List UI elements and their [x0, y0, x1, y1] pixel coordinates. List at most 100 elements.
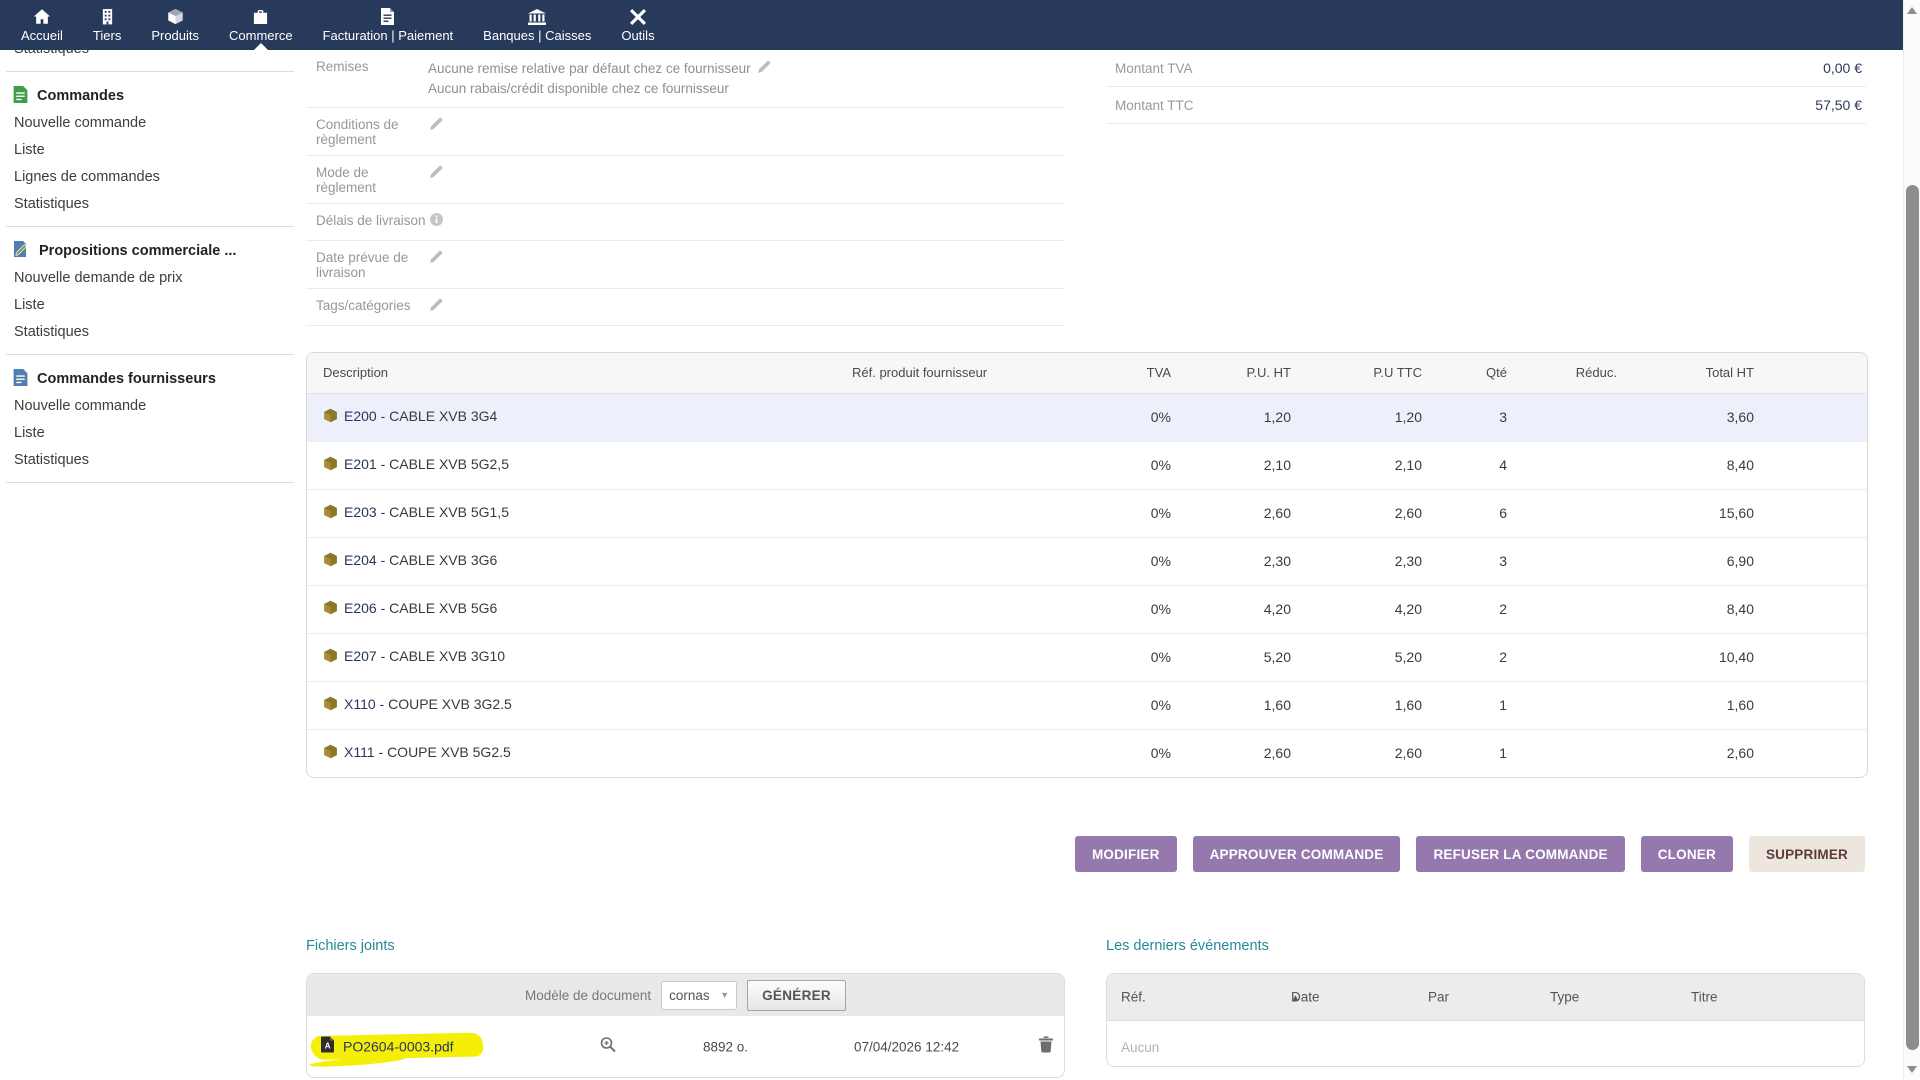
nav-item-outils[interactable]: Outils — [606, 0, 669, 50]
events-column-date[interactable]: ▲Date — [1291, 990, 1320, 1005]
events-column-titre[interactable]: Titre — [1691, 990, 1718, 1005]
product-ref-link[interactable]: E207 — [344, 648, 377, 664]
pencil-icon[interactable] — [430, 164, 443, 181]
trash-icon[interactable] — [1039, 1036, 1053, 1057]
sidebar-divider — [6, 354, 294, 355]
sidebar-item-nouvelle-demande-de-prix[interactable]: Nouvelle demande de prix — [0, 265, 300, 292]
product-ref-link[interactable]: X111 — [344, 744, 375, 760]
line-description-cell: E201 - CABLE XVB 5G2,5 — [307, 441, 852, 489]
scrollbar-thumb[interactable] — [1906, 185, 1919, 1050]
column-header-qt-[interactable]: Qté — [1428, 353, 1513, 393]
nav-item-facturation-paiement[interactable]: Facturation | Paiement — [308, 0, 469, 50]
sidebar-item-statistiques[interactable]: Statistiques — [0, 191, 300, 218]
product-cube-icon — [323, 504, 338, 522]
spacer-cell — [1760, 633, 1868, 681]
pu-ht-cell: 5,20 — [1177, 633, 1297, 681]
approuver-commande-button[interactable]: APPROUVER COMMANDE — [1193, 836, 1401, 872]
events-column-type[interactable]: Type — [1550, 990, 1579, 1005]
column-header-total-ht[interactable]: Total HT — [1623, 353, 1760, 393]
product-label: - COUPE XVB 5G2.5 — [375, 744, 511, 760]
product-cube-icon — [323, 552, 338, 570]
sidebar-item-liste[interactable]: Liste — [0, 420, 300, 447]
line-description-cell: E204 - CABLE XVB 3G6 — [307, 537, 852, 585]
nav-item-commerce[interactable]: Commerce — [214, 0, 308, 50]
sidebar-item-liste[interactable]: Liste — [0, 137, 300, 164]
order-details-fields: RemisesAucune remise relative par défaut… — [306, 50, 1065, 326]
nav-item-banques-caisses[interactable]: Banques | Caisses — [468, 0, 606, 50]
spacer-cell — [1760, 681, 1868, 729]
action-buttons-bar: MODIFIER APPROUVER COMMANDE REFUSER LA COM… — [1075, 836, 1865, 872]
scroll-down-arrow[interactable] — [1907, 1066, 1917, 1073]
product-ref-link[interactable]: E200 — [344, 408, 377, 424]
sidebar-item-nouvelle-commande[interactable]: Nouvelle commande — [0, 393, 300, 420]
pu-ttc-cell: 2,60 — [1297, 489, 1428, 537]
nav-item-tiers[interactable]: Tiers — [78, 0, 136, 50]
column-header-description[interactable]: Description — [307, 353, 852, 393]
product-ref-link[interactable]: E204 — [344, 552, 377, 568]
table-row: E200 - CABLE XVB 3G40%1,201,2033,60 — [307, 393, 1868, 441]
table-row: X111 - COUPE XVB 5G2.50%2,602,6012,60 — [307, 729, 1868, 777]
sidebar-item-statistiques[interactable]: Statistiques — [0, 447, 300, 474]
attachment-file-size: 8892 o. — [703, 1039, 748, 1054]
sidebar-item-statistiques[interactable]: Statistiques — [0, 319, 300, 346]
pu-ttc-cell: 2,10 — [1297, 441, 1428, 489]
sidebar-item-lignes-de-commandes[interactable]: Lignes de commandes — [0, 164, 300, 191]
product-ref-link[interactable]: X110 — [344, 696, 376, 712]
pencil-icon[interactable] — [758, 58, 771, 79]
table-row: E203 - CABLE XVB 5G1,50%2,602,60615,60 — [307, 489, 1868, 537]
line-description-cell: E206 - CABLE XVB 5G6 — [307, 585, 852, 633]
attachment-file-link[interactable]: PO2604-0003.pdf — [343, 1039, 454, 1055]
sidebar-divider — [6, 482, 294, 483]
column-header-r-f-produit-fournisseur[interactable]: Réf. produit fournisseur — [852, 353, 1102, 393]
scroll-up-arrow[interactable] — [1907, 7, 1917, 14]
product-ref-link[interactable]: E203 — [344, 504, 377, 520]
tva-cell: 0% — [1102, 729, 1177, 777]
pencil-icon[interactable] — [430, 249, 443, 266]
tva-cell: 0% — [1102, 489, 1177, 537]
table-row: E204 - CABLE XVB 3G60%2,302,3036,90 — [307, 537, 1868, 585]
tva-cell: 0% — [1102, 537, 1177, 585]
pencil-icon[interactable] — [430, 116, 443, 133]
spacer-cell — [1760, 585, 1868, 633]
qty-cell: 3 — [1428, 393, 1513, 441]
column-header-spacer — [1760, 353, 1868, 393]
tools-icon — [630, 8, 646, 25]
cloner-button[interactable]: CLONER — [1641, 836, 1733, 872]
product-ref-link[interactable]: E201 — [344, 456, 377, 472]
nav-item-produits[interactable]: Produits — [136, 0, 214, 50]
field-value-text: Aucune remise relative par défaut chez c… — [428, 59, 751, 79]
column-header-r-duc-[interactable]: Réduc. — [1513, 353, 1623, 393]
qty-cell: 3 — [1428, 537, 1513, 585]
nav-item-accueil[interactable]: Accueil — [6, 0, 78, 50]
modifier-button[interactable]: MODIFIER — [1075, 836, 1177, 872]
field-row-conditions-de-règlement: Conditions de règlement — [306, 108, 1065, 156]
preview-zoom-icon[interactable] — [600, 1036, 616, 1057]
cube-icon — [167, 8, 184, 25]
nav-item-label: Banques | Caisses — [483, 28, 591, 43]
supplier-ref-cell — [852, 729, 1102, 777]
sidebar-item-liste[interactable]: Liste — [0, 292, 300, 319]
product-ref-link[interactable]: E206 — [344, 600, 377, 616]
sidebar-section-items: Nouvelle commandeListeLignes de commande… — [0, 110, 300, 218]
supprimer-button[interactable]: SUPPRIMER — [1749, 836, 1865, 872]
sidebar-item-nouvelle-commande[interactable]: Nouvelle commande — [0, 110, 300, 137]
generate-button[interactable]: GÉNÉRER — [747, 980, 846, 1011]
refuser-la-commande-button[interactable]: REFUSER LA COMMANDE — [1416, 836, 1624, 872]
invoice-icon — [381, 8, 394, 25]
pu-ttc-cell: 1,60 — [1297, 681, 1428, 729]
column-header-tva[interactable]: TVA — [1102, 353, 1177, 393]
events-column-par[interactable]: Par — [1428, 990, 1449, 1005]
document-model-select[interactable]: cornas ▼ — [661, 981, 737, 1010]
field-label: Mode de règlement — [316, 164, 428, 195]
events-column-r-f-[interactable]: Réf. — [1121, 990, 1146, 1005]
nav-item-label: Produits — [151, 28, 199, 43]
column-header-p-u-ht[interactable]: P.U. HT — [1177, 353, 1297, 393]
document-model-label: Modèle de document — [525, 988, 651, 1003]
reduc-cell — [1513, 729, 1623, 777]
building-icon — [101, 8, 114, 25]
column-header-p-u-ttc[interactable]: P.U TTC — [1297, 353, 1428, 393]
nav-item-label: Accueil — [21, 28, 63, 43]
pu-ht-cell: 1,20 — [1177, 393, 1297, 441]
pencil-icon[interactable] — [430, 297, 443, 314]
line-description-cell: E207 - CABLE XVB 3G10 — [307, 633, 852, 681]
